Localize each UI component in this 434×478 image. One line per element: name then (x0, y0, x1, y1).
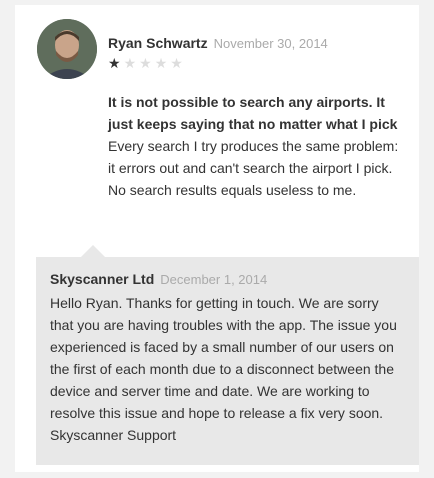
review-title: It is not possible to search any airport… (108, 94, 398, 132)
star-icon: ★ (123, 55, 137, 71)
avatar-image (37, 19, 97, 79)
star-rating: ★ ★ ★ ★ ★ (108, 56, 183, 70)
reply-date: December 1, 2014 (160, 272, 268, 287)
star-icon: ★ (154, 55, 168, 71)
reply-body: Hello Ryan. Thanks for getting in touch.… (50, 295, 397, 443)
review-card: Ryan Schwartz November 30, 2014 ★ ★ ★ ★ ★ It … (15, 5, 419, 472)
star-icon: ★ (139, 55, 152, 71)
developer-reply: Skyscanner Ltd December 1, 2014 Hello Rya… (36, 245, 419, 465)
reply-author-name: Skyscanner Ltd (50, 271, 155, 287)
avatar (37, 19, 97, 79)
star-icon: ★ (170, 55, 183, 71)
reply-pointer (81, 245, 105, 257)
review-body: Every search I try produces the same pro… (108, 138, 399, 198)
review-author-name: Ryan Schwartz (108, 35, 208, 51)
star-icon: ★ (108, 55, 121, 71)
reply-author: Skyscanner Ltd December 1, 2014 (50, 269, 405, 290)
review-date: November 30, 2014 (213, 36, 328, 51)
review-author: Ryan Schwartz November 30, 2014 (108, 35, 328, 51)
